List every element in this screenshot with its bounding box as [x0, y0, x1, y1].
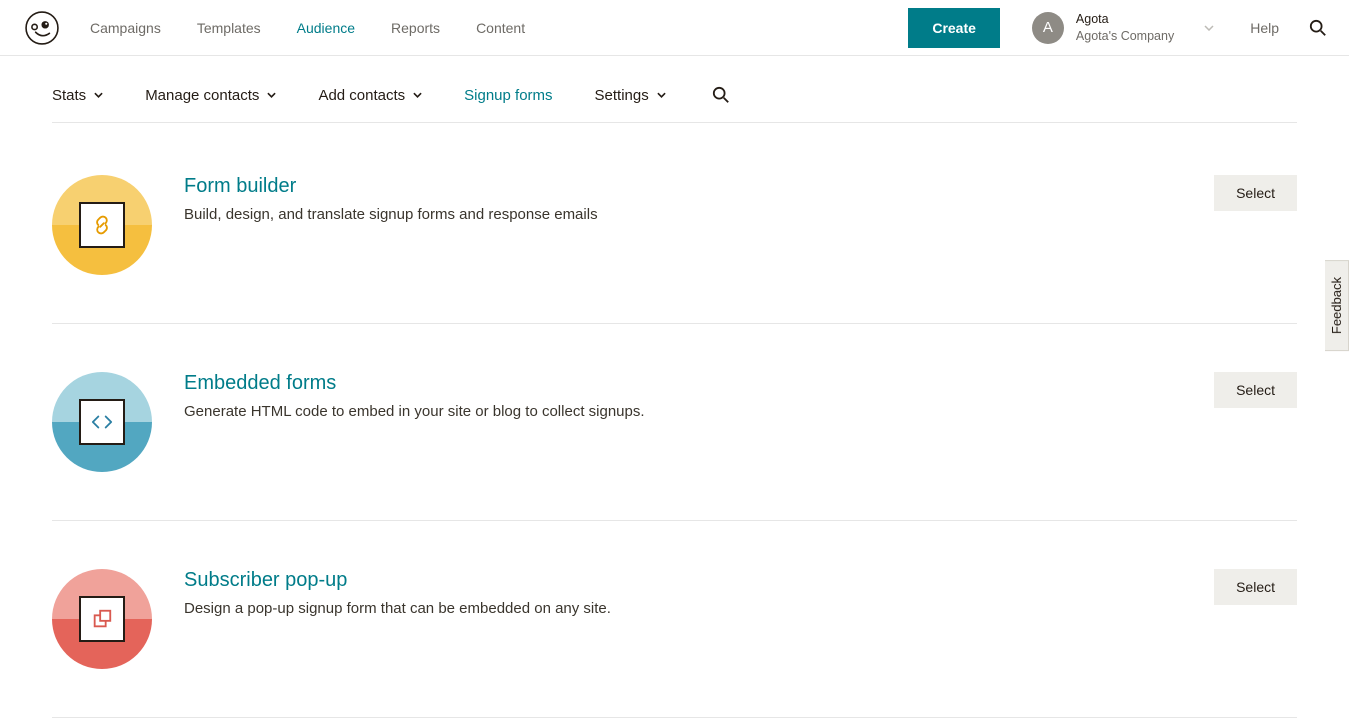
nav-campaigns[interactable]: Campaigns — [90, 20, 161, 36]
nav-reports[interactable]: Reports — [391, 20, 440, 36]
card-form-builder: Form builder Build, design, and translat… — [52, 127, 1297, 324]
profile-text: Agota Agota's Company — [1076, 11, 1174, 44]
select-button[interactable]: Select — [1214, 372, 1297, 408]
subnav-label: Add contacts — [318, 87, 405, 104]
help-link[interactable]: Help — [1250, 20, 1279, 36]
topbar: Campaigns Templates Audience Reports Con… — [0, 0, 1349, 56]
subscriber-popup-icon — [52, 569, 152, 669]
card-title[interactable]: Subscriber pop-up — [184, 569, 1182, 592]
card-embedded-forms: Embedded forms Generate HTML code to emb… — [52, 324, 1297, 521]
subnav-label: Signup forms — [464, 87, 552, 104]
nav-audience[interactable]: Audience — [297, 20, 355, 36]
card-desc: Design a pop-up signup form that can be … — [184, 600, 1182, 617]
feedback-tab[interactable]: Feedback — [1325, 260, 1349, 351]
select-button[interactable]: Select — [1214, 569, 1297, 605]
link-icon — [79, 202, 125, 248]
profile-menu[interactable]: A Agota Agota's Company — [1032, 11, 1214, 44]
subnav-label: Manage contacts — [145, 87, 259, 104]
avatar: A — [1032, 12, 1064, 44]
logo[interactable] — [22, 8, 62, 48]
form-type-list: Form builder Build, design, and translat… — [52, 123, 1297, 718]
chevron-down-icon — [267, 92, 276, 98]
subnav-add-contacts[interactable]: Add contacts — [318, 87, 422, 104]
nav-content[interactable]: Content — [476, 20, 525, 36]
code-icon — [79, 399, 125, 445]
search-icon[interactable] — [1309, 19, 1327, 37]
subnav-label: Stats — [52, 87, 86, 104]
subnav-label: Settings — [595, 87, 649, 104]
mailchimp-logo-icon — [25, 11, 59, 45]
chevron-down-icon — [657, 92, 666, 98]
chevron-down-icon — [413, 92, 422, 98]
card-title[interactable]: Form builder — [184, 175, 1182, 198]
profile-company: Agota's Company — [1076, 28, 1174, 44]
form-builder-icon — [52, 175, 152, 275]
card-title[interactable]: Embedded forms — [184, 372, 1182, 395]
profile-name: Agota — [1076, 11, 1174, 27]
content: Stats Manage contacts Add contacts Signu… — [0, 56, 1349, 718]
chevron-down-icon — [1204, 25, 1214, 31]
card-desc: Build, design, and translate signup form… — [184, 206, 1182, 223]
top-nav: Campaigns Templates Audience Reports Con… — [90, 20, 525, 36]
card-desc: Generate HTML code to embed in your site… — [184, 403, 1182, 420]
subnav-stats[interactable]: Stats — [52, 87, 103, 104]
select-button[interactable]: Select — [1214, 175, 1297, 211]
search-icon[interactable] — [712, 86, 730, 104]
subnav: Stats Manage contacts Add contacts Signu… — [52, 56, 1297, 123]
embedded-forms-icon — [52, 372, 152, 472]
subnav-manage-contacts[interactable]: Manage contacts — [145, 87, 276, 104]
popup-icon — [79, 596, 125, 642]
card-subscriber-popup: Subscriber pop-up Design a pop-up signup… — [52, 521, 1297, 718]
subnav-signup-forms[interactable]: Signup forms — [464, 87, 552, 104]
create-button[interactable]: Create — [908, 8, 1000, 48]
subnav-settings[interactable]: Settings — [595, 87, 666, 104]
nav-templates[interactable]: Templates — [197, 20, 261, 36]
chevron-down-icon — [94, 92, 103, 98]
